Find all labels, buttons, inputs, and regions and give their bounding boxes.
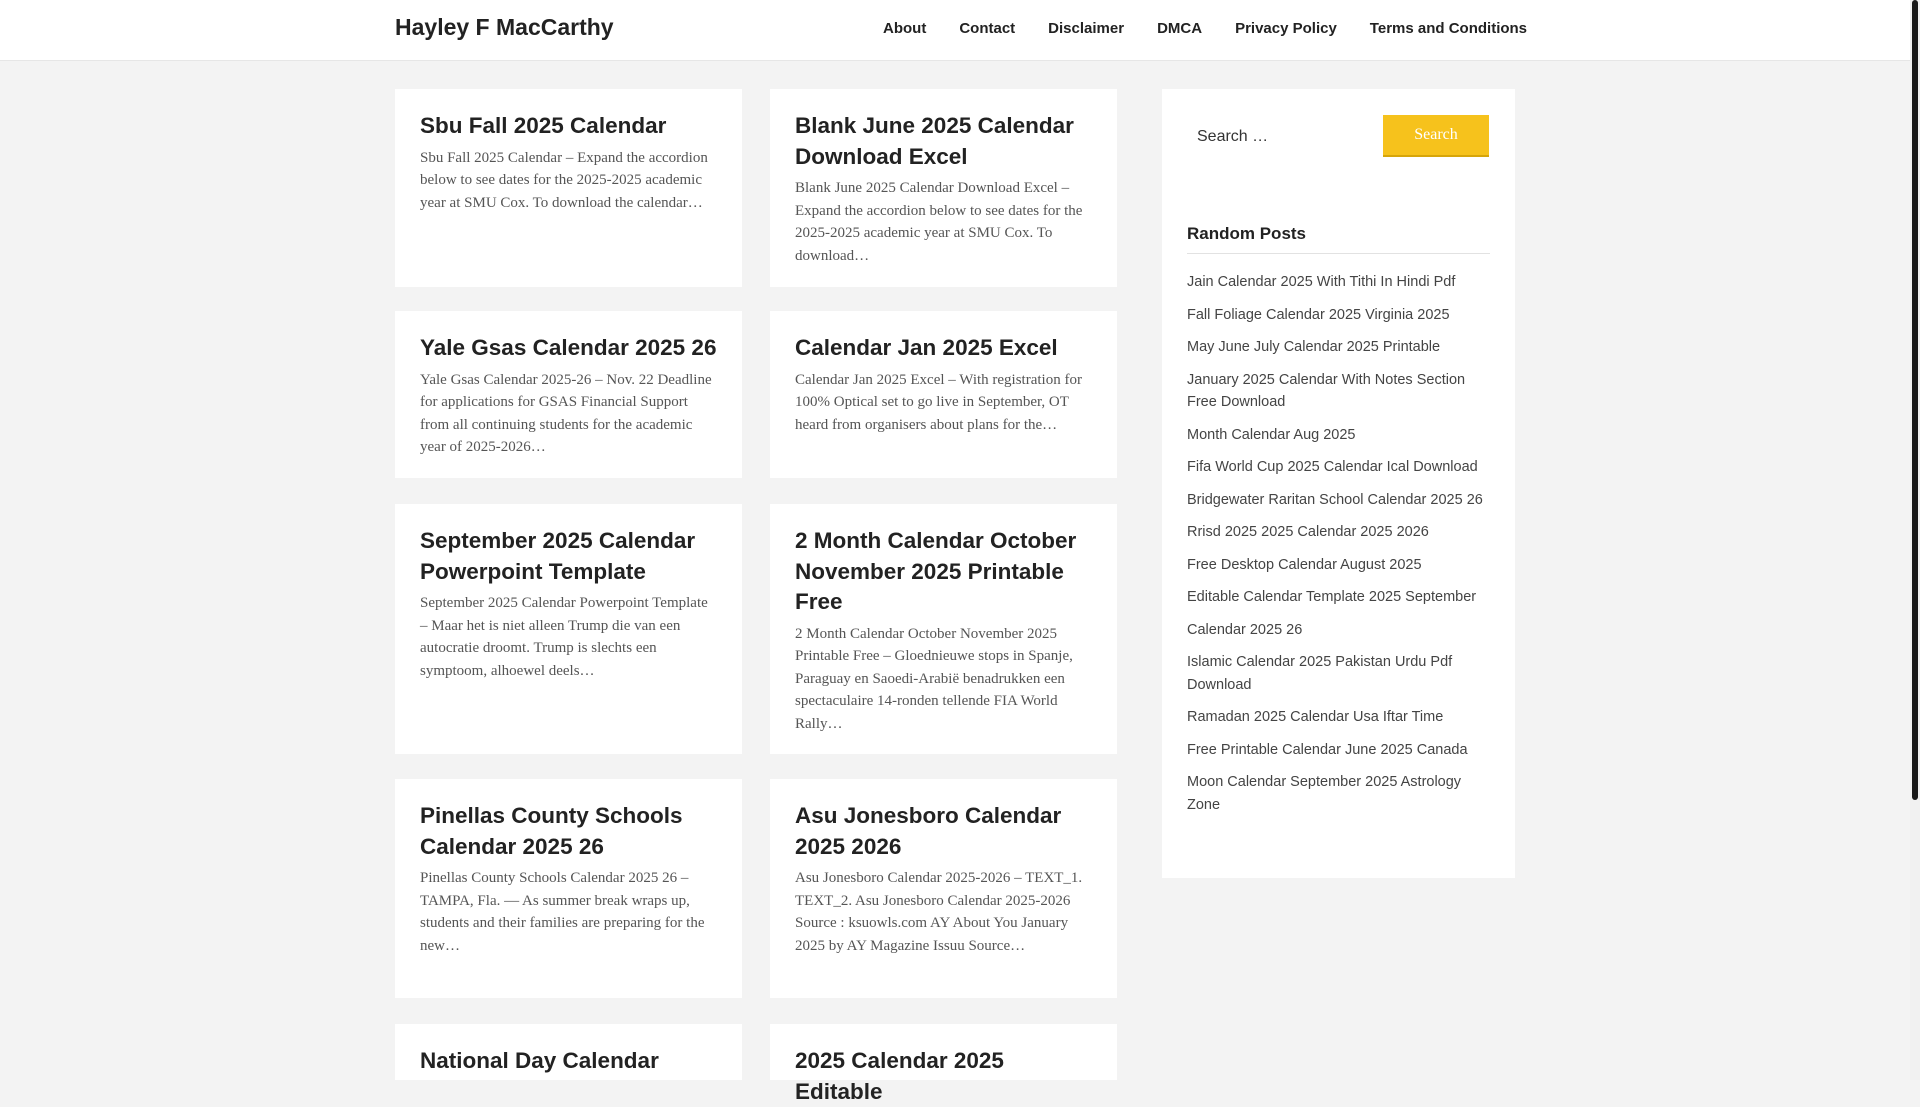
nav-dmca[interactable]: DMCA	[1157, 20, 1202, 37]
scrollbar-thumb[interactable]	[1912, 0, 1918, 800]
search-input[interactable]	[1187, 119, 1367, 155]
post-excerpt: Sbu Fall 2025 Calendar – Expand the acco…	[420, 149, 708, 211]
nav-disclaimer[interactable]: Disclaimer	[1048, 20, 1124, 37]
search-button[interactable]: Search	[1383, 115, 1489, 157]
random-post-link[interactable]: Free Printable Calendar June 2025 Canada	[1187, 739, 1490, 762]
sidebar: Search Random Posts Jain Calendar 2025 W…	[1162, 89, 1515, 878]
post-title[interactable]: Yale Gsas Calendar 2025 26	[420, 333, 717, 364]
post-excerpt: September 2025 Calendar Powerpoint Templ…	[420, 595, 708, 679]
random-post-link[interactable]: Free Desktop Calendar August 2025	[1187, 554, 1490, 577]
main-nav: About Contact Disclaimer DMCA Privacy Po…	[883, 20, 1527, 37]
post-title[interactable]: Sbu Fall 2025 Calendar	[420, 111, 717, 142]
post-title[interactable]: Asu Jonesboro Calendar 2025 2026	[795, 801, 1092, 862]
post-excerpt: Pinellas County Schools Calendar 2025 26…	[420, 870, 705, 954]
post-excerpt: Yale Gsas Calendar 2025-26 – Nov. 22 Dea…	[420, 371, 712, 456]
post-card: Calendar Jan 2025 Excel Calendar Jan 202…	[770, 311, 1117, 478]
post-card: National Day Calendar	[395, 1024, 742, 1080]
random-post-link[interactable]: Calendar 2025 26	[1187, 619, 1490, 642]
post-title[interactable]: National Day Calendar	[420, 1046, 717, 1077]
post-card: 2 Month Calendar October November 2025 P…	[770, 504, 1117, 754]
random-post-link[interactable]: Jain Calendar 2025 With Tithi In Hindi P…	[1187, 271, 1490, 294]
post-title[interactable]: September 2025 Calendar Powerpoint Templ…	[420, 526, 717, 587]
random-posts-title: Random Posts	[1187, 224, 1490, 254]
post-card: Sbu Fall 2025 Calendar Sbu Fall 2025 Cal…	[395, 89, 742, 287]
random-post-link[interactable]: Moon Calendar September 2025 Astrology Z…	[1187, 771, 1490, 816]
post-excerpt: Asu Jonesboro Calendar 2025-2026 – TEXT_…	[795, 870, 1083, 954]
post-card: Pinellas County Schools Calendar 2025 26…	[395, 779, 742, 998]
nav-contact[interactable]: Contact	[959, 20, 1015, 37]
random-post-link[interactable]: January 2025 Calendar With Notes Section…	[1187, 369, 1490, 414]
site-title[interactable]: Hayley F MacCarthy	[395, 14, 614, 41]
post-card: Yale Gsas Calendar 2025 26 Yale Gsas Cal…	[395, 311, 742, 478]
random-post-link[interactable]: May June July Calendar 2025 Printable	[1187, 336, 1490, 359]
post-title[interactable]: Pinellas County Schools Calendar 2025 26	[420, 801, 717, 862]
random-posts-list: Jain Calendar 2025 With Tithi In Hindi P…	[1187, 271, 1490, 816]
search-form: Search	[1187, 115, 1490, 175]
random-post-link[interactable]: Bridgewater Raritan School Calendar 2025…	[1187, 489, 1490, 512]
post-title[interactable]: 2025 Calendar 2025 Editable	[795, 1046, 1092, 1107]
post-excerpt: Calendar Jan 2025 Excel – With registrat…	[795, 371, 1082, 433]
random-post-link[interactable]: Fall Foliage Calendar 2025 Virginia 2025	[1187, 304, 1490, 327]
random-post-link[interactable]: Rrisd 2025 2025 Calendar 2025 2026	[1187, 521, 1490, 544]
post-card: Asu Jonesboro Calendar 2025 2026 Asu Jon…	[770, 779, 1117, 998]
post-title[interactable]: Blank June 2025 Calendar Download Excel	[795, 111, 1092, 172]
post-card: Blank June 2025 Calendar Download Excel …	[770, 89, 1117, 287]
nav-about[interactable]: About	[883, 20, 926, 37]
post-excerpt: Blank June 2025 Calendar Download Excel …	[795, 180, 1083, 264]
post-title[interactable]: Calendar Jan 2025 Excel	[795, 333, 1092, 364]
nav-terms-and-conditions[interactable]: Terms and Conditions	[1370, 20, 1527, 37]
post-card: 2025 Calendar 2025 Editable	[770, 1024, 1117, 1104]
site-header: Hayley F MacCarthy About Contact Disclai…	[0, 0, 1910, 61]
random-post-link[interactable]: Islamic Calendar 2025 Pakistan Urdu Pdf …	[1187, 651, 1490, 696]
nav-privacy-policy[interactable]: Privacy Policy	[1235, 20, 1337, 37]
random-post-link[interactable]: Fifa World Cup 2025 Calendar Ical Downlo…	[1187, 456, 1490, 479]
random-post-link[interactable]: Ramadan 2025 Calendar Usa Iftar Time	[1187, 706, 1490, 729]
random-post-link[interactable]: Month Calendar Aug 2025	[1187, 424, 1490, 447]
post-card: September 2025 Calendar Powerpoint Templ…	[395, 504, 742, 754]
post-excerpt: 2 Month Calendar October November 2025 P…	[795, 625, 1073, 732]
post-title[interactable]: 2 Month Calendar October November 2025 P…	[795, 526, 1092, 618]
random-post-link[interactable]: Editable Calendar Template 2025 Septembe…	[1187, 586, 1490, 609]
